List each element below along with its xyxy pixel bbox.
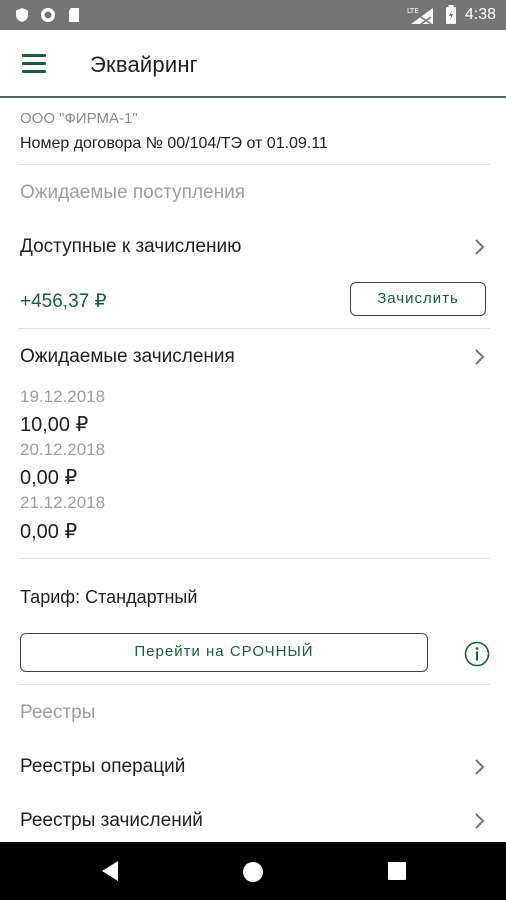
- tariff-label: Тариф: Стандартный: [20, 587, 198, 607]
- divider: [18, 328, 490, 329]
- page-title: Эквайринг: [90, 52, 198, 77]
- battery-icon: [445, 5, 456, 24]
- divider: [18, 684, 490, 685]
- status-time: 4:38: [464, 6, 496, 23]
- divider: [18, 164, 490, 165]
- divider: [18, 558, 490, 559]
- contract-number: Номер договора № 00/104/ТЭ от 01.09.11: [20, 135, 328, 152]
- circle-icon: [41, 8, 55, 22]
- signal-lte-icon: LTE: [407, 7, 433, 25]
- main-content[interactable]: ООО "ФИРМА-1" Номер договора № 00/104/ТЭ…: [0, 100, 506, 842]
- expected-value: 0,00 ₽: [20, 467, 78, 489]
- home-icon[interactable]: [242, 861, 264, 883]
- expected-date: 20.12.2018: [20, 440, 106, 459]
- chevron-right-icon[interactable]: [472, 811, 486, 831]
- shield-icon: [16, 8, 28, 22]
- status-bar-right: LTE 4:38: [407, 5, 496, 25]
- switch-to-urgent-button[interactable]: Перейти на СРОЧНЫЙ: [20, 633, 428, 672]
- expected-value: 0,00 ₽: [20, 521, 78, 543]
- back-icon[interactable]: [100, 860, 120, 882]
- expected-date: 21.12.2018: [20, 493, 106, 512]
- registry-credits-label[interactable]: Реестры зачислений: [20, 810, 203, 832]
- section-title-registries: Реестры: [20, 702, 96, 723]
- available-label[interactable]: Доступные к зачислению: [20, 236, 241, 258]
- expected-value: 10,00 ₽: [20, 414, 89, 436]
- expected-date: 19.12.2018: [20, 387, 106, 406]
- section-title-expected-receipts: Ожидаемые поступления: [20, 182, 245, 203]
- hamburger-menu-icon[interactable]: [22, 54, 46, 74]
- status-bar-left-icons: [14, 7, 82, 23]
- info-icon[interactable]: [464, 641, 490, 667]
- recents-icon[interactable]: [388, 862, 406, 880]
- app-bar: Эквайринг: [0, 30, 506, 98]
- sd-card-icon: [69, 8, 79, 22]
- chevron-right-icon[interactable]: [472, 237, 486, 257]
- status-bar: LTE 4:38: [0, 0, 506, 30]
- available-amount: +456,37 ₽: [20, 291, 107, 312]
- credit-button[interactable]: Зачислить: [350, 282, 486, 316]
- company-name: ООО "ФИРМА-1": [20, 110, 138, 127]
- chevron-right-icon[interactable]: [472, 757, 486, 777]
- registry-operations-label[interactable]: Реестры операций: [20, 756, 185, 778]
- system-nav-bar: [0, 842, 506, 900]
- chevron-right-icon[interactable]: [472, 347, 486, 367]
- svg-text:LTE: LTE: [407, 7, 419, 15]
- expected-label[interactable]: Ожидаемые зачисления: [20, 346, 235, 368]
